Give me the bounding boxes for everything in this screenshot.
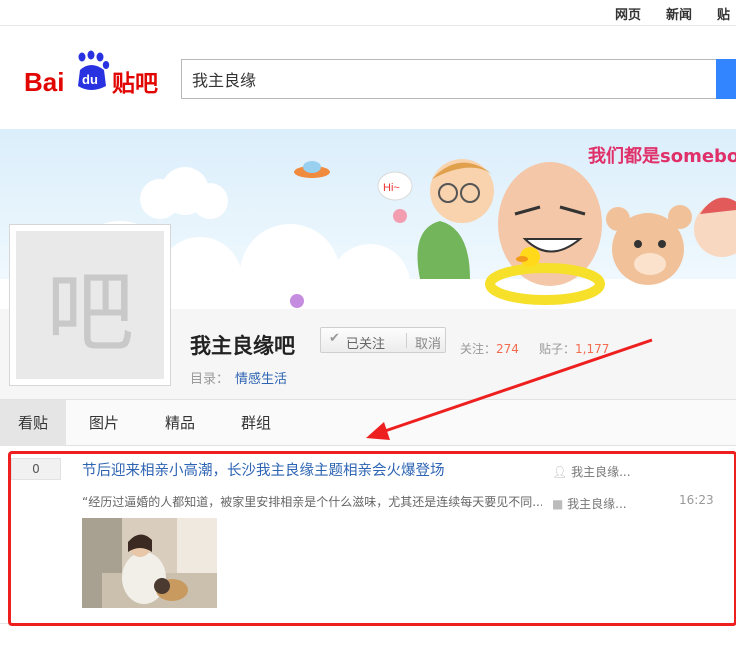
thread-list-item: 0 节后迎来相亲小高潮，长沙我主良缘主题相亲会火爆登场 “经历过逼婚的人都知道，… [0,447,736,657]
follow-toggle[interactable]: ✔ 已关注 取消 [320,327,446,353]
search-input[interactable] [181,59,717,99]
nav-news-link[interactable]: 新闻 [666,4,692,23]
user-icon: 👤︎ [552,465,568,479]
thread-separator [0,623,736,624]
forum-avatar[interactable]: 吧 [9,224,171,386]
tab-groups[interactable]: 群组 [224,400,288,446]
post-count-stat: 贴子：1,177 [539,342,610,356]
tab-images[interactable]: 图片 [72,400,136,446]
svg-text:Bai: Bai [24,67,64,96]
comment-icon: ■ [552,497,564,511]
svg-text:Hi~: Hi~ [383,182,400,194]
forum-tabs: 看贴 图片 精品 群组 [0,400,736,446]
category-link[interactable]: 情感生活 [235,372,287,387]
follow-count-stat: 关注：274 [460,342,519,356]
svg-text:贴吧: 贴吧 [112,71,158,96]
thread-excerpt: “经历过逼婚的人都知道，被家里安排相亲是个什么滋味，尤其还是连续每天要见不同..… [82,495,542,509]
post-count: 1,177 [575,342,610,356]
reply-count-badge: 0 [11,458,61,480]
checkmark-icon: ✔ [329,331,340,346]
tab-featured[interactable]: 精品 [148,400,212,446]
follow-divider [406,333,407,348]
thread-author[interactable]: 👤︎ 我主良缘... [552,463,631,480]
thread-title-link[interactable]: 节后迎来相亲小高潮，长沙我主良缘主题相亲会火爆登场 [82,459,445,480]
nav-webpage-link[interactable]: 网页 [615,4,641,23]
thread-thumbnail[interactable] [82,518,217,608]
last-reply-author[interactable]: ■ 我主良缘... [552,495,627,512]
forum-category: 目录： 情感生活 [190,372,288,387]
top-nav: 网页 新闻 贴吧 [0,0,736,42]
followed-label: 已关注 [346,337,386,352]
tab-posts[interactable]: 看贴 [0,400,66,446]
search-button[interactable] [716,59,736,99]
follow-count: 274 [496,342,519,356]
last-reply-time: 16:23 [679,493,714,507]
svg-text:我们都是somebody: 我们都是somebody [588,145,736,167]
baidu-tieba-logo[interactable]: Bai du 贴吧 [24,50,164,97]
avatar-placeholder-char: 吧 [45,260,134,364]
header: Bai du 贴吧 [0,26,736,129]
tieba-forum-page: 网页 新闻 贴吧 Bai du 贴吧 [0,0,736,657]
svg-text:du: du [82,72,98,87]
forum-name[interactable]: 我主良缘吧 [190,330,295,360]
unfollow-button[interactable]: 取消 [415,333,441,352]
